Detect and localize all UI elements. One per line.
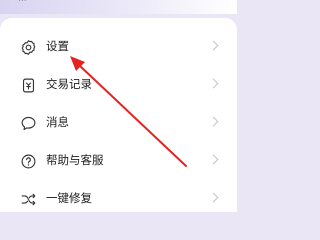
menu-item-transaction-records[interactable]: 交易记录 bbox=[0, 66, 237, 104]
menu-label-transaction-records: 交易记录 bbox=[46, 77, 92, 91]
gear-icon bbox=[21, 40, 36, 55]
menu-label-one-click-repair: 一键修复 bbox=[46, 191, 92, 205]
transaction-record-icon bbox=[22, 78, 35, 93]
menu-item-one-click-repair[interactable]: 一键修复 bbox=[0, 180, 237, 218]
menu-item-messages[interactable]: 消息 bbox=[0, 104, 237, 142]
settings-menu-list: 设置 交易记录 消息 帮助与客服 一键修复 bbox=[0, 28, 237, 218]
menu-label-messages: 消息 bbox=[46, 115, 69, 129]
menu-label-settings: 设置 bbox=[46, 39, 69, 53]
menu-label-help-support: 帮助与客服 bbox=[46, 153, 104, 167]
menu-item-help-support[interactable]: 帮助与客服 bbox=[0, 142, 237, 180]
message-bubble-icon bbox=[21, 116, 36, 131]
shuffle-repair-icon bbox=[21, 193, 36, 206]
chevron-right-icon bbox=[208, 116, 219, 127]
help-question-icon bbox=[21, 154, 36, 169]
top-header-strip: ... bbox=[0, 0, 237, 14]
chevron-right-icon bbox=[208, 192, 219, 203]
menu-card: 设置 交易记录 消息 帮助与客服 一键修复 bbox=[0, 18, 237, 212]
chevron-right-icon bbox=[208, 78, 219, 89]
menu-item-settings[interactable]: 设置 bbox=[0, 28, 237, 66]
chevron-right-icon bbox=[208, 154, 219, 165]
header-partial-text: ... bbox=[18, 0, 27, 4]
chevron-right-icon bbox=[208, 40, 219, 51]
